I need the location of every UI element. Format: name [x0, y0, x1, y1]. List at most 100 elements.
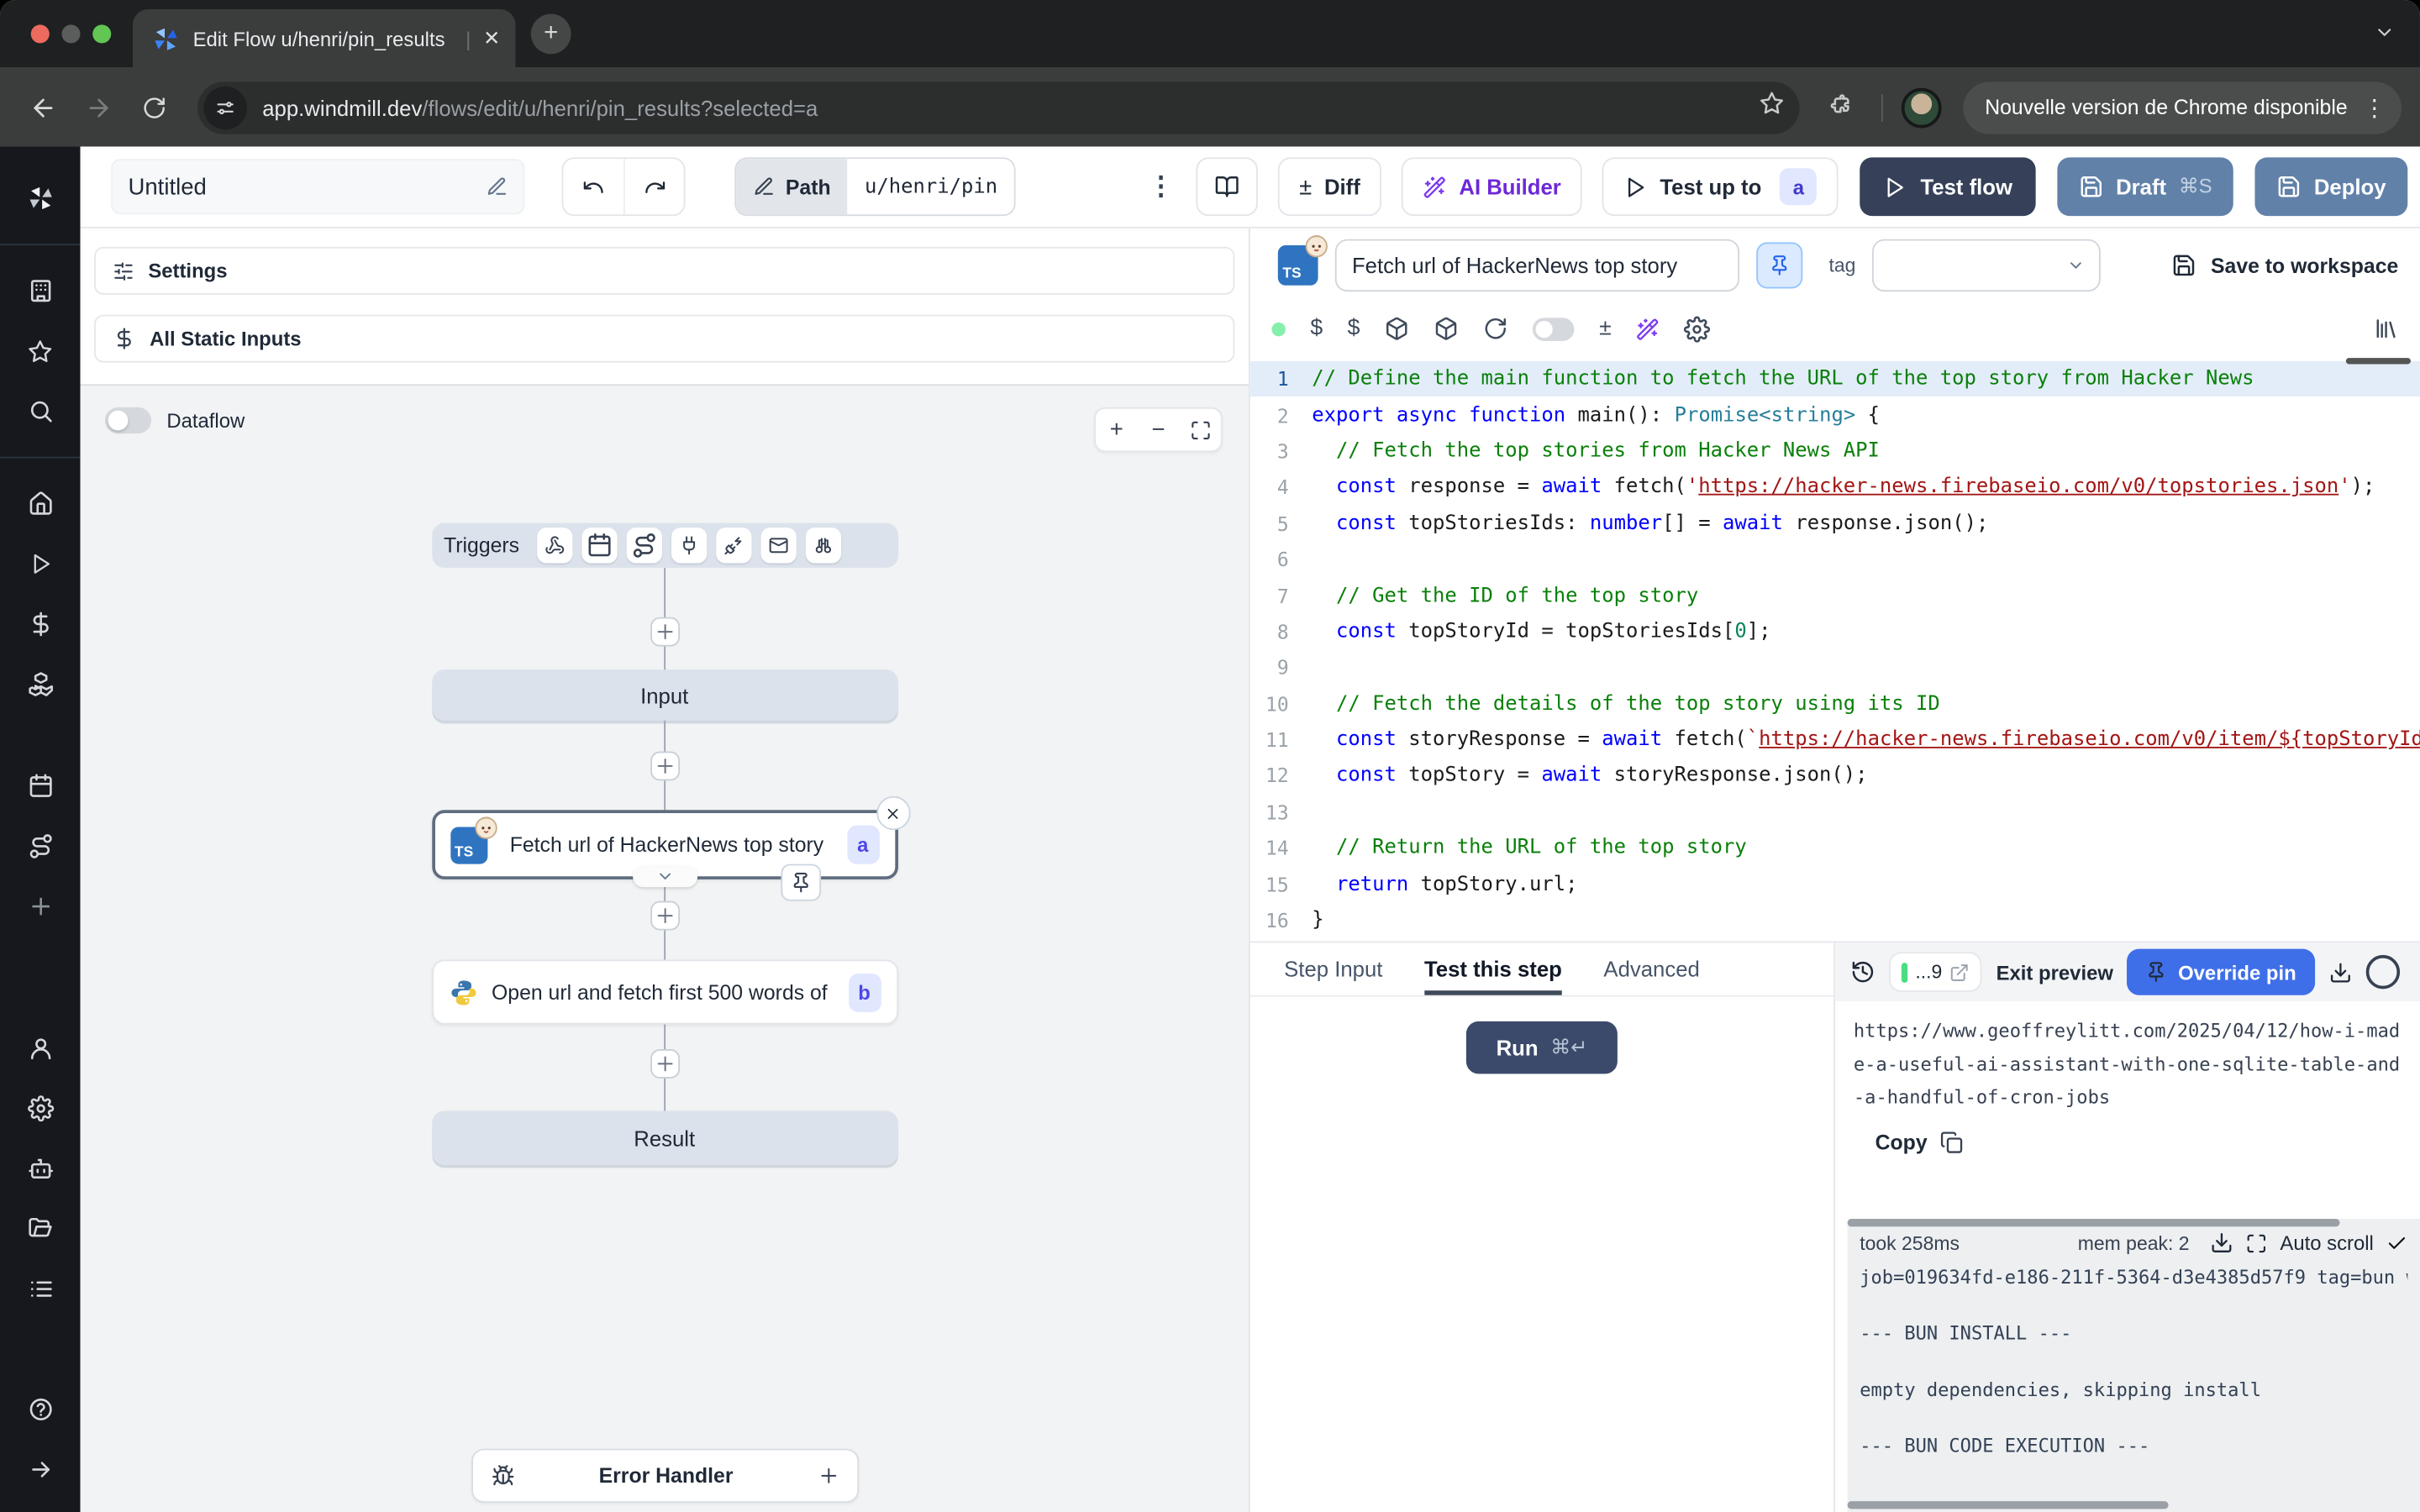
pinned-result-indicator[interactable] — [780, 864, 820, 901]
redo-button[interactable] — [623, 159, 684, 214]
exit-preview-button[interactable]: Exit preview — [1996, 960, 2113, 984]
test-flow-button[interactable]: Test flow — [1860, 157, 2036, 216]
sidebar-item-schedules[interactable] — [0, 756, 81, 816]
package-icon[interactable] — [1434, 317, 1459, 341]
result-node[interactable]: Result — [431, 1110, 897, 1164]
schedule-trigger-button[interactable] — [581, 528, 617, 563]
close-window-button[interactable] — [31, 24, 50, 43]
ai-builder-button[interactable]: AI Builder — [1402, 157, 1582, 216]
extensions-button[interactable] — [1828, 90, 1854, 123]
download-logs-icon[interactable] — [2211, 1231, 2234, 1255]
override-pin-button[interactable]: Override pin — [2127, 949, 2314, 995]
url-text[interactable]: app.windmill.dev/flows/edit/u/henri/pin_… — [262, 95, 1747, 119]
gear-icon[interactable] — [1684, 316, 1710, 342]
sidebar-expand-button[interactable] — [0, 1440, 81, 1500]
draft-button[interactable]: Draft ⌘S — [2057, 157, 2233, 216]
sidebar-item-resources[interactable] — [0, 654, 81, 715]
deploy-button[interactable]: Deploy — [2255, 157, 2407, 216]
add-step-button[interactable] — [650, 617, 679, 647]
edit-pencil-icon[interactable] — [487, 176, 508, 197]
sidebar-item-logo[interactable] — [0, 168, 81, 228]
past-runs-pill[interactable]: ...9 — [1889, 952, 1982, 992]
code-line[interactable]: 10 // Fetch the details of the top story… — [1250, 685, 2420, 722]
tab-step-input[interactable]: Step Input — [1284, 942, 1382, 995]
add-step-button[interactable] — [650, 1049, 679, 1079]
tab-test-this-step[interactable]: Test this step — [1424, 942, 1562, 995]
save-to-workspace-button[interactable]: Save to workspace — [2172, 253, 2398, 277]
sidebar-item-workers[interactable] — [0, 1139, 81, 1200]
log-scrollbar-top[interactable] — [1848, 1219, 2340, 1226]
error-handler-node[interactable]: Error Handler — [471, 1449, 858, 1503]
webhook-trigger-button[interactable] — [536, 528, 571, 563]
undo-button[interactable] — [563, 159, 623, 214]
log-scrollbar-bottom[interactable] — [1848, 1501, 2169, 1509]
code-line[interactable]: 12 const topStory = await storyResponse.… — [1250, 758, 2420, 794]
more-options-button[interactable]: ⋮ — [1126, 171, 1196, 202]
delete-step-button[interactable] — [876, 796, 909, 830]
package-icon[interactable] — [1385, 317, 1409, 341]
sidebar-item-folders[interactable] — [0, 1199, 81, 1259]
chrome-update-pill[interactable]: Nouvelle version de Chrome disponible ⋮ — [1964, 81, 2402, 133]
chrome-menu-icon[interactable]: ⋮ — [2357, 93, 2392, 121]
input-node[interactable]: Input — [431, 669, 897, 721]
sidebar-item-add[interactable] — [0, 876, 81, 937]
tab-close-icon[interactable]: ✕ — [483, 26, 500, 50]
editor-scrollbar[interactable] — [2346, 358, 2411, 364]
tab-advanced[interactable]: Advanced — [1603, 942, 1699, 995]
run-button[interactable]: Run ⌘↵ — [1466, 1021, 1618, 1074]
diff-plusminus-icon[interactable]: ± — [1599, 317, 1612, 341]
code-line[interactable]: 6 — [1250, 542, 2420, 578]
scheduled-poll-trigger-button[interactable] — [805, 528, 840, 563]
sidebar-item-help[interactable] — [0, 1379, 81, 1440]
step-node-b[interactable]: Open url and fetch first 500 words of ..… — [431, 959, 897, 1024]
websocket-trigger-button[interactable] — [671, 528, 706, 563]
editor-toggle[interactable] — [1533, 317, 1575, 340]
code-line[interactable]: 8 const topStoryId = topStoriesIds[0]; — [1250, 614, 2420, 650]
sidebar-item-runs[interactable] — [0, 534, 81, 595]
code-line[interactable]: 2export async function main(): Promise<s… — [1250, 397, 2420, 433]
http-route-trigger-button[interactable] — [626, 528, 661, 563]
library-icon[interactable] — [2374, 317, 2398, 341]
address-bar[interactable]: app.windmill.dev/flows/edit/u/henri/pin_… — [197, 81, 1800, 133]
history-icon[interactable] — [1850, 959, 1875, 984]
code-line[interactable]: 16} — [1250, 902, 2420, 938]
sidebar-item-audit-logs[interactable] — [0, 1259, 81, 1320]
zoom-in-button[interactable]: + — [1096, 409, 1138, 451]
pin-toggle-button[interactable] — [1756, 242, 1802, 288]
path-chip[interactable]: Path u/henri/pin — [734, 157, 1016, 216]
code-line[interactable]: 14 // Return the URL of the top story — [1250, 830, 2420, 866]
kafka-trigger-button[interactable] — [715, 528, 750, 563]
code-editor[interactable]: 1// Define the main function to fetch th… — [1250, 354, 2420, 941]
browser-tab[interactable]: Edit Flow u/henri/pin_results | ✕ — [133, 9, 516, 68]
bookmark-star-button[interactable] — [1760, 91, 1784, 123]
flow-settings-row[interactable]: Settings — [94, 247, 1234, 295]
tag-select[interactable] — [1873, 239, 2102, 291]
ai-wand-icon[interactable] — [1636, 317, 1660, 340]
add-step-button[interactable] — [650, 751, 679, 780]
test-up-to-button[interactable]: Test up to a — [1602, 157, 1839, 216]
log-panel[interactable]: took 258ms mem peak: 2 Auto scroll job=0… — [1848, 1219, 2420, 1512]
code-line[interactable]: 15 return topStory.url; — [1250, 866, 2420, 902]
back-button[interactable] — [18, 82, 68, 132]
step-node-a[interactable]: Fetch url of HackerNews top story a — [431, 810, 897, 879]
zoom-out-button[interactable]: − — [1138, 409, 1180, 451]
result-url[interactable]: https://www.geoffreylitt.com/2025/04/12/… — [1854, 1016, 2402, 1115]
code-line[interactable]: 7 // Get the ID of the top story — [1250, 578, 2420, 614]
checkmark-icon[interactable] — [2386, 1232, 2408, 1254]
site-info-button[interactable] — [203, 86, 246, 129]
sidebar-item-apps[interactable] — [0, 260, 81, 321]
collapse-step-button[interactable] — [632, 865, 697, 887]
flow-canvas[interactable]: Dataflow + − Triggers — [81, 384, 1249, 1512]
forward-button[interactable] — [74, 82, 124, 132]
triggers-bar[interactable]: Triggers — [431, 523, 897, 568]
sidebar-item-variables[interactable] — [0, 594, 81, 654]
step-title-input[interactable] — [1335, 239, 1739, 291]
sidebar-item-users[interactable] — [0, 1018, 81, 1079]
refresh-icon[interactable] — [1483, 317, 1507, 341]
sidebar-item-home[interactable] — [0, 474, 81, 534]
code-line[interactable]: 3 // Fetch the top stories from Hacker N… — [1250, 433, 2420, 470]
code-line[interactable]: 11 const storyResponse = await fetch(`ht… — [1250, 722, 2420, 758]
reload-button[interactable] — [129, 82, 179, 132]
diff-button[interactable]: ± Diff — [1277, 157, 1381, 216]
plus-icon[interactable] — [818, 1466, 838, 1486]
